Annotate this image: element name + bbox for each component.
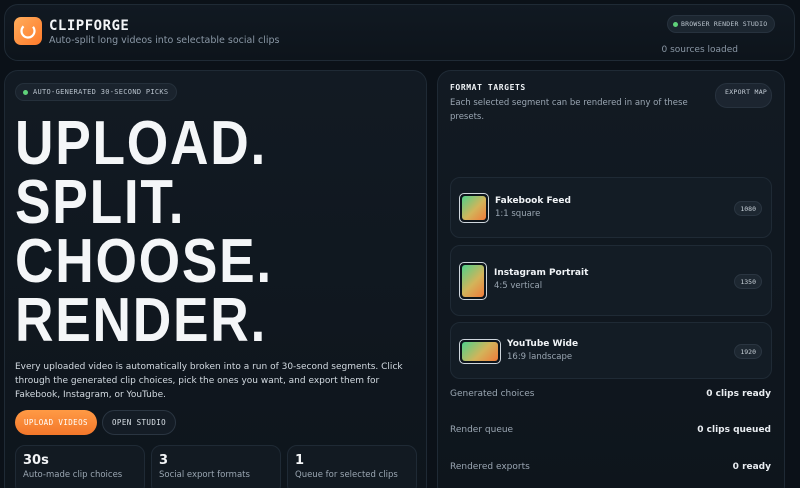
generated-choices-label: Generated choices [450, 389, 535, 399]
landscape-thumbnail-icon [459, 339, 501, 364]
hero-line-upload: UPLOAD. [15, 109, 267, 178]
format-card-subtitle: 1:1 square [495, 209, 541, 219]
format-card-title: YouTube Wide [507, 339, 579, 349]
stat-value: 3 [159, 453, 169, 468]
render-queue-value: 0 clips queued [697, 425, 771, 435]
format-card-youtube[interactable]: YouTube Wide 16:9 landscape 1920 [450, 322, 772, 379]
brand-tagline: Auto-split long videos into selectable s… [49, 35, 280, 46]
stat-value: 30s [23, 453, 49, 468]
picks-pill-label: AUTO-GENERATED 30-SECOND PICKS [33, 88, 169, 96]
format-targets-panel: FORMAT TARGETS Each selected segment can… [437, 70, 785, 488]
format-targets-title: FORMAT TARGETS [450, 83, 526, 92]
stat-label: Auto-made clip choices [23, 470, 123, 480]
format-card-subtitle: 4:5 vertical [494, 281, 543, 291]
status-dot-icon [23, 89, 28, 95]
hero-panel: AUTO-GENERATED 30-SECOND PICKS UPLOAD. S… [4, 70, 427, 488]
square-thumbnail-icon [459, 193, 489, 223]
format-card-title: Fakebook Feed [495, 196, 571, 206]
portrait-thumbnail-icon [459, 262, 487, 300]
format-card-title: Instagram Portrait [494, 268, 589, 278]
format-card-resolution: 1080 [734, 201, 762, 216]
format-card-instagram[interactable]: Instagram Portrait 4:5 vertical 1350 [450, 245, 772, 316]
picks-pill: AUTO-GENERATED 30-SECOND PICKS [15, 83, 178, 101]
format-card-subtitle: 16:9 landscape [507, 352, 573, 362]
format-card-fakebook[interactable]: Fakebook Feed 1:1 square 1080 [450, 177, 772, 238]
format-card-resolution: 1920 [734, 344, 762, 359]
stat-card-queue: 1 Queue for selected clips [287, 445, 417, 488]
app-header: CLIPFORGE Auto-split long videos into se… [4, 4, 795, 61]
hero-description: Every uploaded video is automatically br… [15, 362, 403, 400]
upload-videos-button[interactable]: UPLOAD VIDEOS [15, 410, 97, 435]
export-map-button[interactable]: EXPORT MAP [715, 83, 772, 108]
hero-line-split: SPLIT. [15, 168, 186, 237]
render-queue-label: Render queue [450, 425, 514, 435]
stat-label: Social export formats [159, 470, 250, 480]
format-targets-subtitle: Each selected segment can be rendered in… [450, 98, 688, 122]
sources-count: 0 sources loaded [661, 45, 738, 55]
stat-card-clip-choices: 30s Auto-made clip choices [15, 445, 145, 488]
studio-badge-label: BROWSER RENDER STUDIO [681, 20, 768, 28]
rendered-exports-value: 0 ready [732, 462, 771, 472]
hero-line-render: RENDER. [15, 286, 268, 355]
hero-line-choose: CHOOSE. [15, 227, 273, 296]
open-studio-button[interactable]: OPEN STUDIO [102, 410, 177, 435]
stat-label: Queue for selected clips [295, 470, 398, 480]
generated-choices-value: 0 clips ready [706, 389, 771, 399]
brand-name: CLIPFORGE [49, 18, 130, 34]
clipforge-logo-icon [14, 17, 42, 45]
studio-badge: BROWSER RENDER STUDIO [667, 15, 776, 33]
stat-card-export-formats: 3 Social export formats [151, 445, 281, 488]
format-card-resolution: 1350 [734, 274, 762, 289]
rendered-exports-label: Rendered exports [450, 462, 530, 472]
stat-value: 1 [295, 453, 305, 468]
status-dot-icon [673, 21, 678, 27]
